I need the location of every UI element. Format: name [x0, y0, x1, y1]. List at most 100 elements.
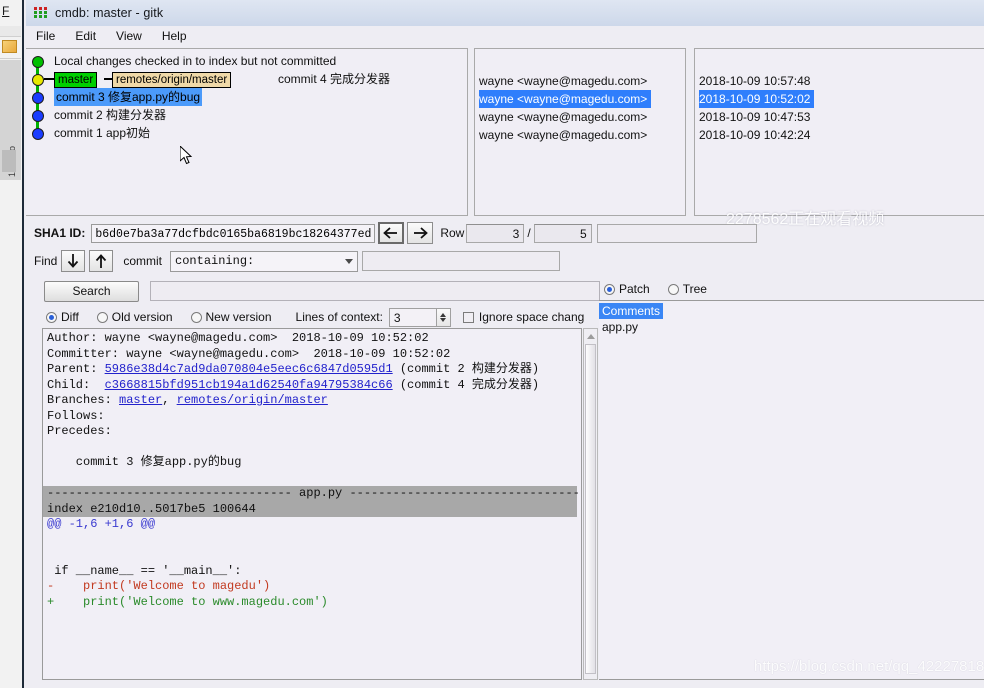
radio-diff-label: Diff	[61, 310, 79, 324]
commit-row[interactable]: commit 2 构建分发器	[26, 106, 467, 133]
diff-committer-prefix: Committer:	[47, 346, 127, 361]
parent-sha-link[interactable]: 5986e38d4c7ad9da070804e5eec6c6847d0595d1	[105, 362, 393, 376]
diff-hunk-header: @@ -1,6 +1,6 @@	[47, 517, 156, 531]
stepper-buttons[interactable]	[436, 307, 451, 327]
scrollbar-thumb[interactable]	[585, 344, 596, 674]
date-row[interactable]: 2018-10-09 10:47:53	[699, 108, 984, 126]
menu-bar: File Edit View Help	[26, 26, 984, 46]
diff-added-line: + print('Welcome to www.magedu.com')	[47, 594, 328, 609]
branch-link-master[interactable]: master	[119, 393, 162, 407]
window-title: cmdb: master - gitk	[55, 6, 164, 20]
chevron-down-icon	[345, 258, 354, 264]
radio-diff-indicator	[46, 311, 57, 323]
find-label: Find	[34, 254, 58, 268]
date-row[interactable]: 2018-10-09 10:52:02	[699, 90, 984, 108]
radio-patch-label: Patch	[619, 282, 650, 296]
author-pane[interactable]: wayne <wayne@magedu.com> wayne <wayne@ma…	[474, 48, 686, 216]
diff-options-row: Diff Old version New version Lines of co…	[26, 306, 586, 328]
nav-forward-button[interactable]	[407, 222, 434, 244]
diff-branches-line: Branches: master, remotes/origin/master	[47, 393, 581, 409]
commit-subject: commit 2 构建分发器	[54, 108, 167, 122]
radio-old-version[interactable]: Old version	[93, 310, 173, 324]
diff-blank-3	[47, 533, 581, 549]
search-button[interactable]: Search	[44, 280, 139, 302]
sha-row-extra-field[interactable]	[596, 223, 757, 243]
folder-icon	[2, 40, 17, 53]
author-value: wayne <wayne@magedu.com>	[479, 74, 648, 88]
nav-back-button[interactable]	[378, 222, 405, 244]
date-row[interactable]: 2018-10-09 10:42:24	[699, 126, 984, 144]
sha1-row: SHA1 ID: b6d0e7ba3a77dcfbdc0165ba6819bc1…	[26, 220, 984, 246]
commit-row[interactable]: commit 1 app初始	[26, 124, 467, 142]
find-next-button[interactable]	[61, 250, 86, 272]
scrollbar-up-icon[interactable]	[585, 330, 596, 342]
arrow-left-icon	[383, 227, 398, 239]
menu-help[interactable]: Help	[162, 29, 187, 43]
diff-parent-suffix: (commit 2 构建分发器)	[392, 362, 540, 376]
radio-old-version-label: Old version	[111, 310, 173, 324]
author-rows: wayne <wayne@magedu.com> wayne <wayne@ma…	[479, 72, 685, 144]
radio-patch[interactable]: Patch	[600, 282, 650, 296]
ref-label-remote-master[interactable]: remotes/origin/master	[112, 72, 232, 88]
menu-view[interactable]: View	[116, 29, 142, 43]
diff-author-line: Author: wayne <wayne@magedu.com> 2018-10…	[47, 331, 581, 347]
diff-blank-4	[47, 548, 581, 564]
diff-text-panel[interactable]: Author: wayne <wayne@magedu.com> 2018-10…	[42, 328, 582, 680]
diff-child-label: Child:	[47, 377, 105, 392]
diff-child-line: Child: c3668815bfd951cb194a1d62540fa9479…	[47, 378, 581, 394]
lines-of-context-label: Lines of context:	[295, 310, 383, 324]
search-input[interactable]	[150, 281, 600, 301]
diff-parent-line: Parent: 5986e38d4c7ad9da070804e5eec6c684…	[47, 362, 581, 378]
author-value: wayne <wayne@magedu.com>	[479, 90, 652, 108]
find-scope-label: commit	[123, 254, 163, 268]
stepper-down-icon	[440, 317, 447, 322]
author-row[interactable]: wayne <wayne@magedu.com>	[479, 126, 685, 144]
date-value: 2018-10-09 10:42:24	[699, 128, 811, 142]
diff-blank-1	[47, 440, 581, 456]
row-separator: /	[527, 226, 531, 240]
file-list-item[interactable]: Comments	[599, 303, 984, 319]
menu-edit[interactable]: Edit	[75, 29, 96, 43]
date-row[interactable]: 2018-10-09 10:57:48	[699, 72, 984, 90]
author-row[interactable]: wayne <wayne@magedu.com>	[479, 72, 685, 90]
ignore-space-checkbox[interactable]	[462, 311, 474, 323]
author-row[interactable]: wayne <wayne@magedu.com>	[479, 108, 685, 126]
commit-row[interactable]: Local changes checked in to index but no…	[26, 52, 467, 79]
commit-node-blue	[32, 110, 44, 122]
commit-graph-rows: Local changes checked in to index but no…	[26, 52, 467, 142]
find-criteria-combobox[interactable]: containing:	[170, 250, 359, 272]
commit-node-blue	[32, 128, 44, 140]
date-pane[interactable]: 2018-10-09 10:57:48 2018-10-09 10:52:02 …	[694, 48, 984, 216]
find-query-input[interactable]	[362, 251, 561, 271]
commit-graph-pane[interactable]: Local changes checked in to index but no…	[26, 48, 468, 216]
diff-follows-line: Follows:	[47, 408, 105, 423]
lines-of-context-stepper[interactable]: 3	[388, 307, 451, 327]
radio-diff[interactable]: Diff	[42, 310, 79, 324]
gitk-window: cmdb: master - gitk File Edit View Help	[22, 0, 984, 688]
lines-of-context-value[interactable]: 3	[388, 307, 437, 327]
branch-link-remote-master[interactable]: remotes/origin/master	[177, 393, 328, 407]
background-window-toolbar-strip	[0, 26, 21, 37]
menu-file[interactable]: File	[36, 29, 55, 43]
diff-index-line: index e210d10..5017be5 100644	[43, 501, 577, 517]
pane-divider-author-date[interactable]	[686, 48, 692, 216]
gitk-dots-icon	[34, 7, 47, 18]
author-value: wayne <wayne@magedu.com>	[479, 128, 648, 142]
commit-row-selected[interactable]: commit 3 修复app.py的bug	[26, 88, 467, 115]
radio-tree[interactable]: Tree	[664, 282, 707, 296]
file-list-pane[interactable]: Comments app.py	[599, 300, 984, 680]
row-current-field[interactable]: 3	[466, 223, 525, 243]
commit-row[interactable]: master remotes/origin/master commit 4 完成…	[26, 70, 467, 97]
background-window-block	[2, 150, 16, 172]
radio-new-version[interactable]: New version	[187, 310, 272, 324]
commit-subject: commit 3 修复app.py的bug	[54, 88, 203, 106]
file-list-item[interactable]: app.py	[599, 319, 984, 335]
sha1-input[interactable]: b6d0e7ba3a77dcfbdc0165ba6819bc18264377ed	[91, 223, 376, 243]
find-prev-button[interactable]	[89, 250, 114, 272]
child-sha-link[interactable]: c3668815bfd951cb194a1d62540fa94795384c66	[105, 378, 393, 392]
author-row[interactable]: wayne <wayne@magedu.com>	[479, 90, 685, 108]
arrow-down-icon	[68, 254, 79, 268]
background-window[interactable]: F 1. Perio	[0, 0, 23, 688]
ref-label-master[interactable]: master	[54, 72, 98, 88]
diff-vertical-scrollbar[interactable]	[583, 328, 598, 680]
